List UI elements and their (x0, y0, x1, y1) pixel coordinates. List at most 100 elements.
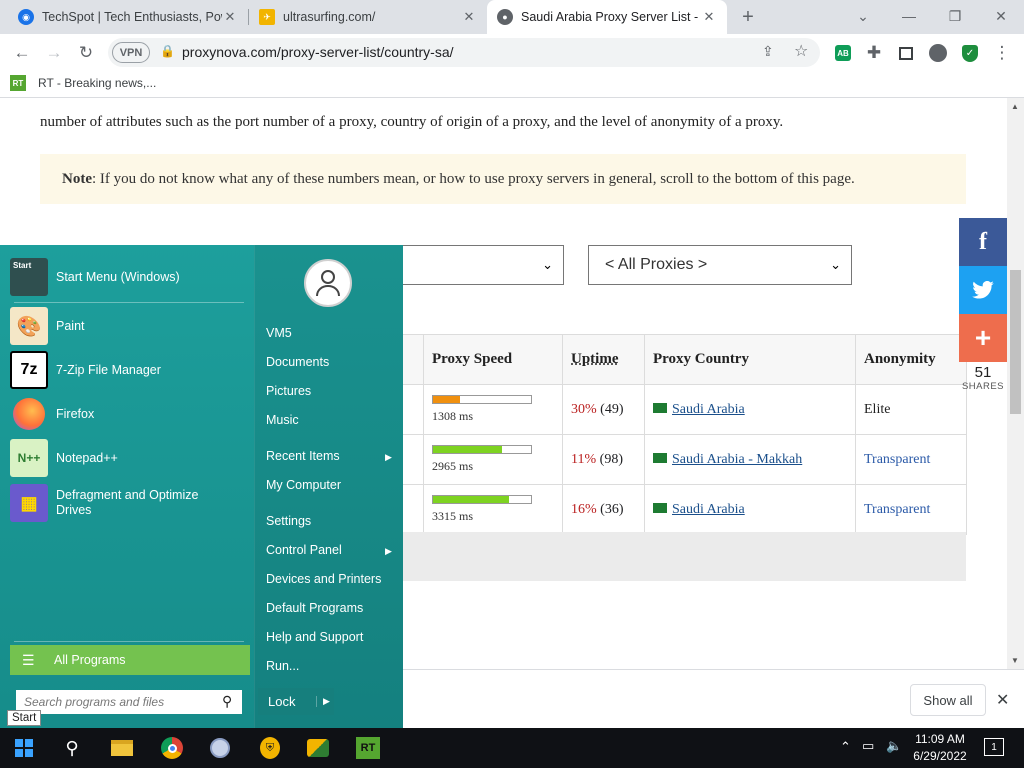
country-link[interactable]: Saudi Arabia - Makkah (672, 452, 802, 467)
file-explorer-icon[interactable] (106, 732, 138, 764)
start-link-help-support[interactable]: Help and Support (266, 630, 363, 644)
ultrasurf-icon: ✈ (259, 9, 275, 25)
address-bar[interactable]: VPN 🔒 proxynova.com/proxy-server-list/co… (108, 38, 820, 67)
reload-icon[interactable]: ↻ (72, 39, 100, 67)
header-anonymity[interactable]: Anonymity (855, 334, 967, 385)
rt-news-icon: RT (10, 75, 26, 91)
scroll-down-icon[interactable]: ▼ (1011, 656, 1019, 665)
note-label: Note (62, 171, 92, 187)
app-icon[interactable] (204, 732, 236, 764)
start-link-devices-printers[interactable]: Devices and Printers (266, 572, 381, 586)
minimize-button[interactable]: — (886, 0, 932, 32)
start-link-default-programs[interactable]: Default Programs (266, 601, 363, 615)
bookmark-rt[interactable]: RT RT - Breaking news,... (10, 75, 156, 91)
tab-ultrasurf[interactable]: ✈ ultrasurfing.com/ ✕ (249, 0, 487, 34)
header-proxy-speed[interactable]: Proxy Speed (423, 334, 563, 385)
share-count-number: 51 (974, 364, 992, 381)
uptime-percent: 16% (571, 501, 597, 517)
tab-search-button[interactable]: ⌄ (840, 0, 886, 32)
start-menu: Start Start Menu (Windows) 🎨 Paint 7z 7-… (0, 245, 403, 728)
more-share-button[interactable]: + (959, 314, 1007, 362)
speed-bar (432, 394, 532, 404)
system-clock[interactable]: 11:09 AM 6/29/2022 (908, 731, 972, 765)
new-tab-button[interactable]: + (734, 3, 762, 31)
page-scrollbar[interactable]: ▲ ▼ (1007, 98, 1024, 669)
share-count-label: SHARES (961, 381, 1005, 392)
tab-saudi-proxy[interactable]: ● Saudi Arabia Proxy Server List - S ✕ (487, 0, 727, 34)
menu-icon[interactable]: ⋮ (988, 39, 1016, 67)
chevron-up-icon[interactable]: ⌃ (840, 739, 851, 755)
start-link-my-computer[interactable]: My Computer (266, 478, 341, 492)
chevron-down-icon: ⌄ (542, 257, 553, 272)
vpn-badge[interactable]: VPN (112, 42, 150, 63)
ultrasurf-icon[interactable] (302, 732, 334, 764)
country-link[interactable]: Saudi Arabia (672, 402, 745, 417)
start-button[interactable] (8, 732, 40, 764)
adblock-icon[interactable]: AB (829, 39, 857, 67)
anonymity-select[interactable]: < All Proxies > ⌄ (588, 245, 852, 285)
network-icon[interactable]: ▭ (862, 738, 874, 754)
share-icon[interactable]: ⇪ (762, 43, 774, 60)
program-firefox[interactable]: Firefox (10, 393, 246, 435)
share-count: 51 SHARES (959, 364, 1007, 392)
close-icon[interactable]: ✕ (701, 9, 717, 25)
notification-icon[interactable]: 1 (984, 738, 1004, 756)
facebook-share-button[interactable]: f (959, 218, 1007, 266)
restore-button[interactable]: ❐ (932, 0, 978, 32)
scrollbar-thumb[interactable] (1010, 270, 1021, 414)
saudi-flag-icon (653, 403, 667, 414)
url-text[interactable]: proxynova.com/proxy-server-list/country-… (182, 44, 454, 60)
side-panel-icon[interactable] (892, 39, 920, 67)
show-all-button[interactable]: Show all (910, 684, 986, 716)
forward-icon[interactable]: → (40, 39, 68, 67)
start-link-settings[interactable]: Settings (266, 514, 311, 528)
start-link-vm5[interactable]: VM5 (266, 326, 292, 340)
speed-bar (432, 494, 532, 504)
start-tooltip: Start (7, 710, 42, 726)
header-proxy-country[interactable]: Proxy Country (644, 334, 856, 385)
volume-icon[interactable]: 🔈 (886, 738, 902, 754)
start-link-pictures[interactable]: Pictures (266, 384, 311, 398)
close-icon[interactable]: ✕ (222, 9, 238, 25)
anonymity-cell: Elite (855, 384, 967, 435)
shield-extension-icon[interactable]: ✓ (956, 39, 984, 67)
program-paint[interactable]: 🎨 Paint (10, 305, 246, 347)
program-7zip[interactable]: 7z 7-Zip File Manager (10, 349, 246, 391)
rt-news-icon[interactable]: RT (352, 732, 384, 764)
search-icon[interactable]: ⚲ (56, 732, 88, 764)
divider (14, 302, 244, 303)
close-window-button[interactable]: ✕ (978, 0, 1024, 32)
country-link[interactable]: Saudi Arabia (672, 502, 745, 517)
close-icon[interactable]: ✕ (461, 9, 477, 25)
start-link-music[interactable]: Music (266, 413, 299, 427)
program-label: Start Menu (Windows) (56, 270, 180, 284)
profile-icon[interactable] (924, 39, 952, 67)
speed-ms: 2965 ms (432, 458, 474, 473)
start-link-recent-items[interactable]: Recent Items (266, 449, 340, 463)
lock-icon[interactable]: 🔒 (160, 44, 175, 58)
start-link-documents[interactable]: Documents (266, 355, 329, 369)
avatar[interactable] (304, 259, 352, 307)
star-icon[interactable]: ☆ (794, 41, 808, 61)
tab-techspot[interactable]: ◉ TechSpot | Tech Enthusiasts, Pow ✕ (8, 0, 248, 34)
search-icon[interactable]: ⚲ (222, 693, 232, 710)
close-icon[interactable]: ✕ (996, 690, 1009, 710)
program-defrag[interactable]: ▦ Defragment and Optimize Drives (10, 482, 246, 524)
scroll-up-icon[interactable]: ▲ (1011, 102, 1019, 111)
country-select[interactable]: ⌄ (403, 245, 564, 285)
chevron-down-icon: ⌄ (830, 257, 841, 272)
extensions-icon[interactable]: ✚ (860, 39, 888, 67)
start-link-control-panel[interactable]: Control Panel (266, 543, 342, 557)
twitter-share-button[interactable] (959, 266, 1007, 314)
back-icon[interactable]: ← (8, 39, 36, 67)
header-uptime[interactable]: Uptime (562, 334, 645, 385)
chevron-right-icon[interactable]: ▶ (316, 696, 330, 707)
chrome-icon[interactable] (156, 732, 188, 764)
start-search-input[interactable]: Search programs and files (16, 690, 242, 714)
start-link-run[interactable]: Run... (266, 659, 299, 673)
lock-button[interactable]: Lock ▶ (258, 688, 334, 715)
program-start-menu[interactable]: Start Start Menu (Windows) (10, 256, 246, 298)
all-programs-button[interactable]: ☰ All Programs (10, 645, 250, 675)
program-notepad[interactable]: N++ Notepad++ (10, 437, 246, 479)
vpn-shield-icon[interactable]: ⛨ (254, 732, 286, 764)
